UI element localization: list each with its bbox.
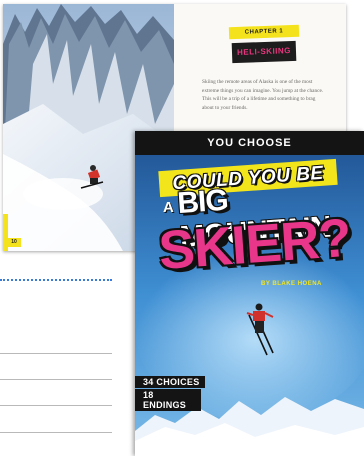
series-banner: YOU CHOOSE — [135, 131, 364, 155]
divider-line — [0, 405, 112, 406]
title-article: A — [163, 199, 174, 216]
divider-line — [0, 353, 112, 354]
divider-line — [0, 379, 112, 380]
endings-count: 18 ENDINGS — [135, 389, 201, 411]
divider-line — [0, 432, 112, 433]
chapter-label: CHAPTER 1 — [228, 24, 300, 40]
dotted-divider — [0, 279, 112, 281]
author-credit: BY BLAKE HOENA — [261, 281, 322, 287]
book-cover[interactable]: YOU CHOOSE COULD YOU BE A BIG MOUNTAIN S… — [135, 131, 364, 456]
choices-badge: 34 CHOICES 18 ENDINGS — [135, 376, 205, 412]
chapter-title: HELI-SKIING — [231, 40, 297, 64]
choices-count: 34 CHOICES — [135, 376, 205, 388]
page-number: 10 — [7, 238, 21, 247]
chapter-paragraph: Skiing the remote areas of Alaska is one… — [202, 79, 324, 111]
